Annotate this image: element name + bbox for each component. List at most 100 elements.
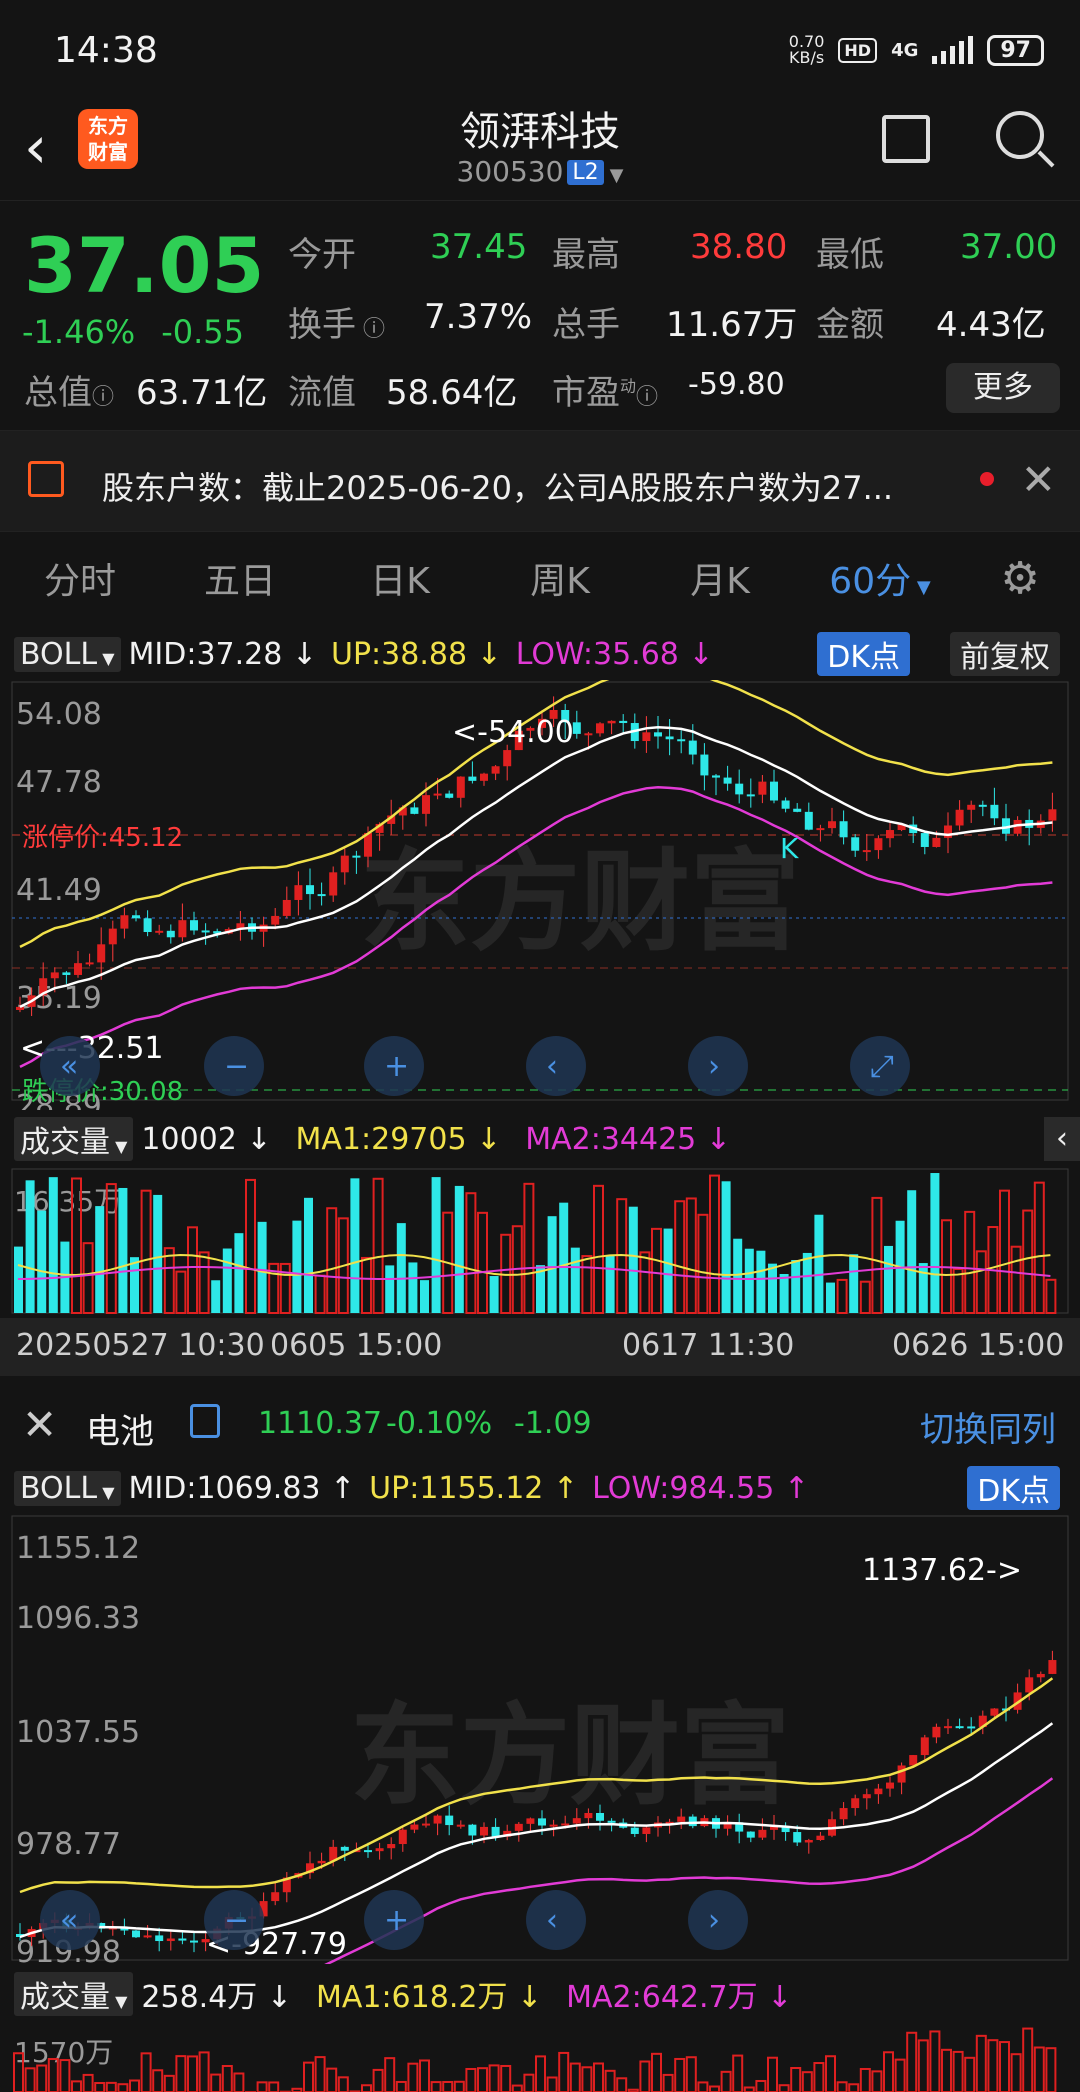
- close-icon[interactable]: ✕: [1021, 455, 1056, 504]
- candle-body: [422, 795, 430, 814]
- tab-intraday[interactable]: 分时: [0, 552, 160, 604]
- volume-bar: [768, 1263, 777, 1313]
- volume-bar: [1045, 1278, 1057, 1315]
- zoom-control-icon: «: [60, 1903, 78, 1938]
- volume-bar: [987, 2039, 999, 2092]
- volume-bar: [153, 1194, 163, 1313]
- y-axis-label: 1570万: [14, 2036, 113, 2069]
- notice-bar[interactable]: 股东户数：截止2025-06-20，公司A股股东户数为27... ✕: [0, 430, 1080, 532]
- volume-bar: [1022, 1209, 1034, 1314]
- volume-bar: [685, 2056, 697, 2092]
- clock: 14:38: [54, 30, 158, 71]
- candle-body: [920, 833, 929, 847]
- volume-bar: [48, 1177, 58, 1313]
- volume-bar: [384, 2057, 396, 2092]
- candlestick-chart[interactable]: 东方财富54.0847.7841.4935.1928.89涨停价:45.12跌停…: [0, 680, 1080, 1110]
- candle-body: [665, 736, 674, 740]
- volume-bar: [941, 2048, 952, 2092]
- candle-body: [1025, 1677, 1034, 1693]
- volume-bar: [778, 2084, 790, 2092]
- indicator-select[interactable]: BOLL ▼: [14, 636, 121, 672]
- volume-bar: [836, 1278, 848, 1315]
- volume-bar: [859, 1280, 871, 1314]
- volume-bar: [999, 2041, 1010, 2092]
- volume-bar: [488, 2064, 500, 2092]
- candle-body: [282, 899, 291, 916]
- volume-bar: [163, 2074, 175, 2092]
- volume-bar: [790, 2067, 802, 2092]
- high-value: 38.80: [690, 227, 788, 267]
- vol-ma2: MA2:34425 ↓: [525, 1121, 731, 1157]
- candle-body: [572, 722, 581, 734]
- tab-five-day[interactable]: 五日: [160, 552, 320, 604]
- chart1-header: BOLL ▼ MID:37.28 ↓ UP:38.88 ↓ LOW:35.68 …: [0, 632, 1080, 676]
- vol-indicator-select[interactable]: 成交量 ▼: [14, 1972, 134, 2016]
- volume-bar: [720, 2070, 732, 2092]
- candle-body: [271, 915, 280, 925]
- high-label: 最高: [552, 235, 620, 275]
- close-icon[interactable]: ✕: [22, 1400, 57, 1449]
- candle-body: [874, 1788, 883, 1795]
- candle-body: [723, 777, 732, 784]
- volume-bar: [1033, 2046, 1045, 2092]
- volume-bar: [999, 1189, 1010, 1314]
- volume-bar: [419, 2059, 430, 2092]
- candle-body: [920, 1737, 929, 1756]
- volume-bar: [825, 2055, 836, 2092]
- indicator-select[interactable]: BOLL ▼: [14, 1470, 121, 1506]
- lock-icon[interactable]: [190, 1404, 220, 1438]
- volume-bar: [175, 2055, 187, 2092]
- candle-body: [897, 1765, 906, 1783]
- volume-bar: [118, 1187, 128, 1313]
- candle-body: [445, 793, 454, 798]
- volume-bar: [385, 1265, 395, 1313]
- volume-label: 总手: [552, 305, 620, 345]
- volume-bar: [697, 1213, 709, 1315]
- volume-bar: [813, 2062, 825, 2092]
- volume-bar: [884, 1245, 893, 1313]
- candle-body: [735, 783, 744, 795]
- vol-indicator-select[interactable]: 成交量 ▼: [14, 1117, 134, 1161]
- volume-bar: [152, 2069, 164, 2092]
- candle-body: [387, 1844, 396, 1849]
- candle-body: [955, 1726, 964, 1729]
- candle-body: [770, 781, 778, 801]
- volume-bar: [431, 1177, 441, 1313]
- settings-gear-icon[interactable]: ⚙: [960, 553, 1080, 604]
- volume-bar: [187, 1226, 198, 1315]
- candle-body: [271, 1892, 280, 1902]
- search-icon[interactable]: [996, 111, 1044, 159]
- candle-body: [781, 800, 790, 809]
- sector-value: 1110.37: [258, 1406, 383, 1441]
- candle-body: [886, 1782, 894, 1789]
- tab-daily-k[interactable]: 日K: [320, 552, 480, 604]
- volume-bar: [651, 2052, 662, 2092]
- collapse-icon[interactable]: ‹: [1044, 1117, 1080, 1161]
- more-button[interactable]: 更多: [946, 363, 1060, 413]
- dk-point-button[interactable]: DK点: [967, 1466, 1060, 1510]
- dk-point-button[interactable]: DK点: [817, 632, 910, 676]
- volume-bar: [756, 1250, 766, 1313]
- mcap-label: 总值ⓘ: [24, 373, 115, 413]
- volume-bar: [292, 1220, 302, 1313]
- volume-bar: [605, 1255, 615, 1313]
- candle-body: [306, 885, 314, 895]
- volume-bar: [82, 2073, 94, 2092]
- amount-value: 4.43亿: [936, 305, 1046, 345]
- tab-60min[interactable]: 60分 ▼: [800, 552, 960, 604]
- tab-monthly-k[interactable]: 月K: [640, 552, 800, 604]
- candle-body: [816, 828, 825, 831]
- adjust-button[interactable]: 前复权: [950, 632, 1060, 676]
- candle-body: [851, 1798, 860, 1809]
- sector-name: 电池: [86, 1412, 154, 1452]
- candle-body: [978, 804, 987, 807]
- boll-mid: MID:1069.83 ↑: [128, 1470, 356, 1506]
- switch-button[interactable]: 切换同列: [920, 1402, 1056, 1451]
- sector-candlestick-chart[interactable]: 东方财富1155.121096.331037.55978.77919.98113…: [0, 1514, 1080, 1964]
- volume-bar: [430, 2081, 442, 2092]
- share-icon[interactable]: [882, 115, 930, 163]
- volume-bar: [883, 2051, 894, 2092]
- volume-bar: [929, 2030, 941, 2092]
- volume-bar: [1022, 2027, 1034, 2092]
- tab-weekly-k[interactable]: 周K: [480, 552, 640, 604]
